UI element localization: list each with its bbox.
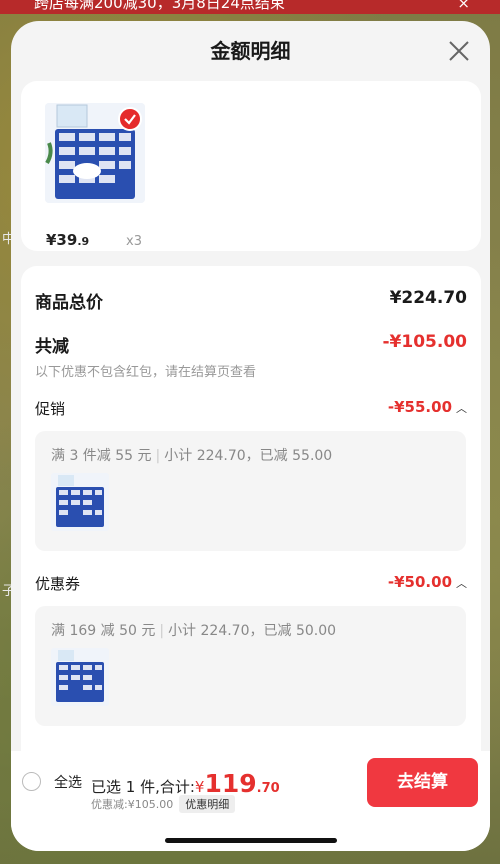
selected-check-icon xyxy=(118,107,142,131)
promotion-product-thumb[interactable] xyxy=(51,473,109,531)
selected-summary: 已选 1 件,合计:¥119.70 xyxy=(91,769,280,798)
discount-line: 优惠减:¥105.00 优惠明细 xyxy=(91,795,236,813)
total-amount-int: 119 xyxy=(204,769,257,798)
selected-count: 已选 1 件,合计: xyxy=(91,778,195,796)
product-price: ¥39.9 xyxy=(46,231,89,249)
coupon-value: -¥50.00 xyxy=(387,573,452,591)
promotion-detail-box: 满 3 件减 55 元 | 小计 224.70，已减 55.00 xyxy=(35,431,466,551)
amount-summary-card: 商品总价 ¥224.70 共减 -¥105.00 以下优惠不包含红包，请在结算页… xyxy=(21,266,481,766)
chevron-up-icon[interactable]: ︿ xyxy=(456,577,467,590)
reduce-value: -¥105.00 xyxy=(382,332,468,352)
chevron-up-icon[interactable]: ︿ xyxy=(456,402,467,415)
total-row: 商品总价 ¥224.70 xyxy=(35,288,467,313)
select-all-radio[interactable] xyxy=(22,772,41,791)
checkout-button[interactable]: 去结算 xyxy=(367,758,478,807)
coupon-product-thumb[interactable] xyxy=(51,648,109,706)
coupon-label: 优惠券 xyxy=(35,575,81,593)
close-icon[interactable] xyxy=(446,38,472,64)
product-price-int: ¥39 xyxy=(46,231,78,249)
coupon-value-wrap: -¥50.00 ︿ xyxy=(388,573,467,591)
discount-detail-tag[interactable]: 优惠明细 xyxy=(179,795,236,813)
promo-banner[interactable]: 跨店每满200减30，3月8日24点结束 × xyxy=(0,0,500,14)
promotion-value: -¥55.00 xyxy=(387,398,452,416)
coupon-detail: 小计 224.70，已减 50.00 xyxy=(168,623,337,639)
total-label: 商品总价 xyxy=(35,293,103,313)
reduce-label: 共减 xyxy=(35,337,69,357)
divider: | xyxy=(155,448,161,464)
home-indicator xyxy=(165,838,337,843)
coupon-row[interactable]: 优惠券 -¥50.00 ︿ xyxy=(35,573,467,594)
discount-note: 以下优惠不包含红包，请在结算页查看 xyxy=(35,365,257,380)
checkout-bar: 全选 已选 1 件,合计:¥119.70 优惠减:¥105.00 优惠明细 去结算 xyxy=(11,751,490,851)
product-qty: x3 xyxy=(126,234,142,249)
promotion-row[interactable]: 促销 -¥55.00 ︿ xyxy=(35,398,467,419)
promotion-value-wrap: -¥55.00 ︿ xyxy=(388,398,467,416)
amount-detail-sheet: 金额明细 ¥39.9 x3 商品总价 ¥224.70 共减 -¥105.00 以… xyxy=(11,21,490,851)
select-all-label[interactable]: 全选 xyxy=(54,772,82,792)
coupon-rule: 满 169 减 50 元 xyxy=(51,623,156,639)
coupon-detail-text: 满 169 减 50 元 | 小计 224.70，已减 50.00 xyxy=(51,620,336,640)
product-card: ¥39.9 x3 xyxy=(21,81,481,251)
coupon-detail-box: 满 169 减 50 元 | 小计 224.70，已减 50.00 xyxy=(35,606,466,726)
total-value: ¥224.70 xyxy=(389,288,467,308)
sheet-title: 金额明细 xyxy=(210,39,291,63)
discount-amount: 优惠减:¥105.00 xyxy=(91,798,174,811)
banner-close-icon[interactable]: × xyxy=(457,0,470,11)
promotion-detail: 小计 224.70，已减 55.00 xyxy=(164,448,333,464)
promo-banner-text: 跨店每满200减30，3月8日24点结束 xyxy=(34,0,285,12)
reduce-row: 共减 -¥105.00 xyxy=(35,332,467,357)
promotion-rule: 满 3 件减 55 元 xyxy=(51,448,152,464)
total-amount-dec: .70 xyxy=(256,781,280,796)
product-price-dec: .9 xyxy=(77,235,90,248)
promotion-detail-text: 满 3 件减 55 元 | 小计 224.70，已减 55.00 xyxy=(51,445,332,465)
divider: | xyxy=(159,623,165,639)
promotion-label: 促销 xyxy=(35,400,66,418)
